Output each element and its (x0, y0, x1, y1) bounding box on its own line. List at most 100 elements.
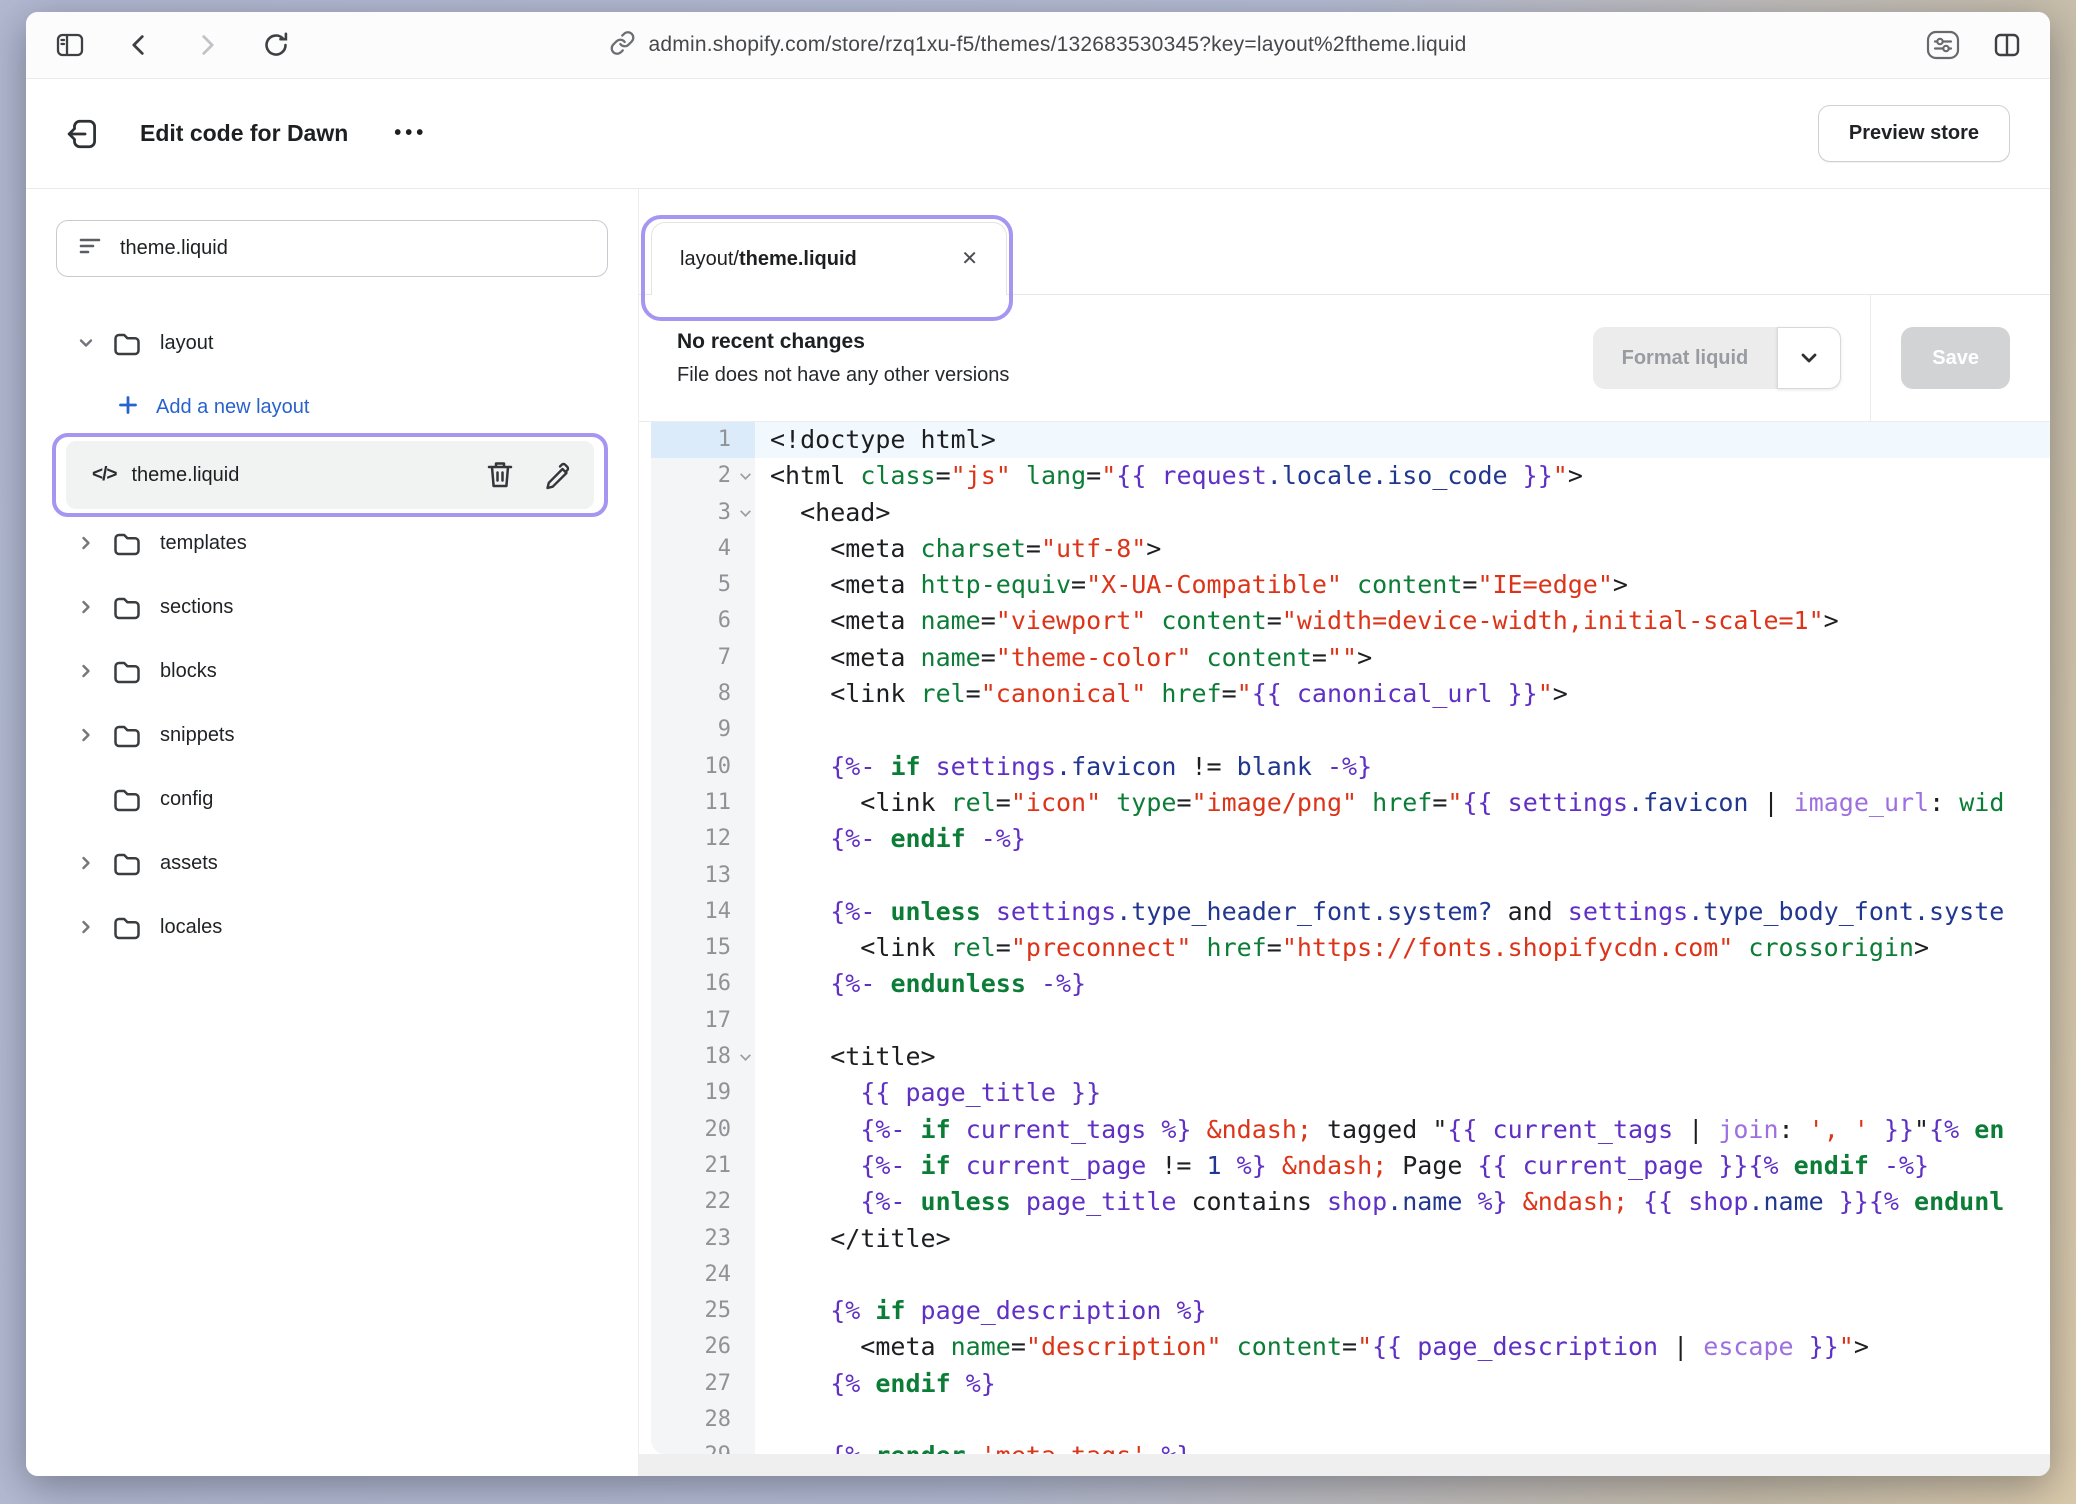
line-number[interactable]: 24 (651, 1257, 755, 1293)
file-search-box[interactable] (56, 220, 608, 277)
line-number[interactable]: 16 (651, 966, 755, 1002)
save-button[interactable]: Save (1901, 327, 2010, 389)
sidebar-item-locales[interactable]: locales (56, 895, 608, 959)
code-line[interactable]: 25 {% if page_description %} (651, 1293, 2050, 1329)
sidebar-item-sections[interactable]: sections (56, 575, 608, 639)
code-text: {%- endif -%} (755, 821, 2050, 857)
code-text (755, 712, 2050, 748)
code-line[interactable]: 10 {%- if settings.favicon != blank -%} (651, 749, 2050, 785)
sidebar-item-config[interactable]: config (56, 767, 608, 831)
code-line[interactable]: 6 <meta name="viewport" content="width=d… (651, 603, 2050, 639)
forward-icon[interactable] (192, 29, 222, 61)
line-number[interactable]: 4 (651, 531, 755, 567)
line-number[interactable]: 22 (651, 1184, 755, 1220)
fold-chevron-icon[interactable] (740, 1050, 751, 1061)
line-number[interactable]: 2 (651, 458, 755, 494)
delete-file-button[interactable] (485, 459, 515, 491)
code-line[interactable]: 14 {%- unless settings.type_header_font.… (651, 894, 2050, 930)
format-liquid-dropdown[interactable] (1777, 327, 1841, 389)
search-input[interactable] (120, 237, 587, 260)
code-editor[interactable]: 1<!doctype html>2<html class="js" lang="… (651, 422, 2050, 1454)
line-number[interactable]: 15 (651, 930, 755, 966)
back-icon[interactable] (124, 29, 154, 61)
format-liquid-button[interactable]: Format liquid (1593, 327, 1842, 389)
code-line[interactable]: 11 <link rel="icon" type="image/png" hre… (651, 785, 2050, 821)
line-number[interactable]: 26 (651, 1329, 755, 1365)
folder-label: assets (160, 852, 218, 875)
url-text: admin.shopify.com/store/rzq1xu-f5/themes… (649, 33, 1467, 57)
file-sidebar: layoutAdd a new layout</>theme.liquidtem… (26, 189, 639, 1476)
line-number[interactable]: 14 (651, 894, 755, 930)
line-number[interactable]: 10 (651, 749, 755, 785)
sidebar-item-templates[interactable]: templates (56, 511, 608, 575)
line-number[interactable]: 23 (651, 1221, 755, 1257)
exit-editor-icon[interactable] (66, 116, 102, 152)
code-line[interactable]: 22 {%- unless page_title contains shop.n… (651, 1184, 2050, 1220)
code-line[interactable]: 4 <meta charset="utf-8"> (651, 531, 2050, 567)
line-number[interactable]: 21 (651, 1148, 755, 1184)
code-line[interactable]: 29 {% render 'meta-tags' %} (651, 1438, 2050, 1454)
format-liquid-label[interactable]: Format liquid (1593, 327, 1778, 389)
line-number[interactable]: 6 (651, 603, 755, 639)
code-text (755, 1257, 2050, 1293)
code-line[interactable]: 24 (651, 1257, 2050, 1293)
sidebar-item-layout[interactable]: layout (56, 311, 608, 375)
preview-store-button[interactable]: Preview store (1818, 105, 2010, 162)
split-view-icon[interactable] (1992, 30, 2022, 60)
line-number[interactable]: 18 (651, 1039, 755, 1075)
code-line[interactable]: 9 (651, 712, 2050, 748)
code-text (755, 1402, 2050, 1438)
add-new-layout-link[interactable]: Add a new layout (56, 375, 608, 439)
line-number[interactable]: 8 (651, 676, 755, 712)
close-icon[interactable]: ✕ (961, 249, 978, 269)
sidebar-item-snippets[interactable]: snippets (56, 703, 608, 767)
code-line[interactable]: 5 <meta http-equiv="X-UA-Compatible" con… (651, 567, 2050, 603)
code-line[interactable]: 27 {% endif %} (651, 1366, 2050, 1402)
code-line[interactable]: 3 <head> (651, 495, 2050, 531)
line-number[interactable]: 20 (651, 1112, 755, 1148)
line-number[interactable]: 9 (651, 712, 755, 748)
code-line[interactable]: 19 {{ page_title }} (651, 1075, 2050, 1111)
more-actions-button[interactable]: ••• (394, 122, 427, 145)
code-text: <head> (755, 495, 2050, 531)
line-number[interactable]: 29 (651, 1438, 755, 1454)
fold-chevron-icon[interactable] (740, 469, 751, 480)
line-number[interactable]: 13 (651, 858, 755, 894)
code-line[interactable]: 16 {%- endunless -%} (651, 966, 2050, 1002)
code-line[interactable]: 17 (651, 1003, 2050, 1039)
rename-file-button[interactable] (542, 460, 572, 490)
line-number[interactable]: 17 (651, 1003, 755, 1039)
code-line[interactable]: 26 <meta name="description" content="{{ … (651, 1329, 2050, 1365)
reader-settings-icon[interactable] (1926, 30, 1960, 60)
code-line[interactable]: 23 </title> (651, 1221, 2050, 1257)
line-number[interactable]: 5 (651, 567, 755, 603)
line-number[interactable]: 1 (651, 422, 755, 458)
code-line[interactable]: 8 <link rel="canonical" href="{{ canonic… (651, 676, 2050, 712)
line-number[interactable]: 19 (651, 1075, 755, 1111)
line-number[interactable]: 25 (651, 1293, 755, 1329)
code-line[interactable]: 2<html class="js" lang="{{ request.local… (651, 458, 2050, 494)
tab-theme-liquid[interactable]: layout/theme.liquid ✕ (651, 222, 1007, 295)
address-bar[interactable]: admin.shopify.com/store/rzq1xu-f5/themes… (610, 30, 1467, 61)
sidebar-item-blocks[interactable]: blocks (56, 639, 608, 703)
code-line[interactable]: 21 {%- if current_page != 1 %} &ndash; P… (651, 1148, 2050, 1184)
code-line[interactable]: 15 <link rel="preconnect" href="https://… (651, 930, 2050, 966)
code-line[interactable]: 18 <title> (651, 1039, 2050, 1075)
line-number[interactable]: 27 (651, 1366, 755, 1402)
line-number[interactable]: 28 (651, 1402, 755, 1438)
line-number[interactable]: 7 (651, 640, 755, 676)
sidebar-toggle-icon[interactable] (54, 29, 86, 61)
code-line[interactable]: 13 (651, 858, 2050, 894)
line-number[interactable]: 12 (651, 821, 755, 857)
reload-icon[interactable] (260, 29, 292, 61)
code-line[interactable]: 28 (651, 1402, 2050, 1438)
fold-chevron-icon[interactable] (740, 506, 751, 517)
code-line[interactable]: 20 {%- if current_tags %} &ndash; tagged… (651, 1112, 2050, 1148)
code-line[interactable]: 12 {%- endif -%} (651, 821, 2050, 857)
sidebar-item-theme-liquid[interactable]: </>theme.liquid (66, 441, 594, 509)
line-number[interactable]: 11 (651, 785, 755, 821)
code-line[interactable]: 1<!doctype html> (651, 422, 2050, 458)
sidebar-item-assets[interactable]: assets (56, 831, 608, 895)
line-number[interactable]: 3 (651, 495, 755, 531)
code-line[interactable]: 7 <meta name="theme-color" content=""> (651, 640, 2050, 676)
